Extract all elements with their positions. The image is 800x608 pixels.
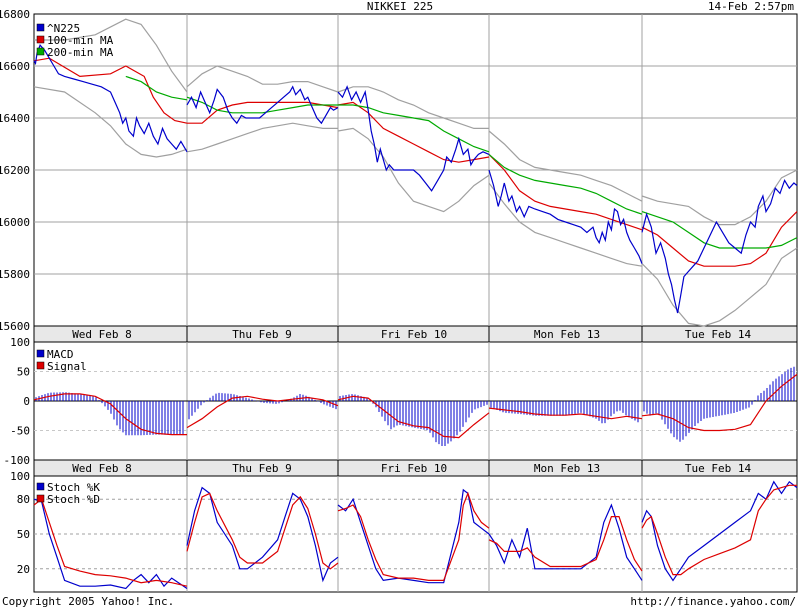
legend-swatch [36,482,45,491]
200-min-ma-line [488,153,643,215]
day-label: Mon Feb 13 [534,328,600,341]
200-min-ma-line [338,104,490,153]
stoch-tick-label: 50 [17,528,30,541]
day-label: Fri Feb 10 [381,462,447,475]
nikkei-chart: Wed Feb 8 Thu Feb 9 Fri Feb 10 Mon Feb 13 Tu… [0,8,798,593]
n225-line [337,85,490,192]
price-tick-label: 16200 [0,164,30,177]
day-label: Fri Feb 10 [381,328,447,341]
macd-tick-label: -100 [4,454,31,467]
n225-line [488,169,643,264]
price-tick-label: 16800 [0,8,30,21]
stoch-k-line [641,480,798,582]
lower-band-line [33,86,188,158]
legend-swatch [36,35,45,44]
day-label: Wed Feb 8 [72,328,132,341]
legend-swatch [36,494,45,503]
day-label: Tue Feb 14 [685,462,752,475]
n225-line [33,44,188,153]
price-tick-label: 15600 [0,320,30,333]
stoch-tick-label: 20 [17,563,30,576]
200-min-ma-line [186,96,338,114]
stoch-d-line [488,515,643,572]
source-url: http://finance.yahoo.com/ [630,595,796,608]
stoch-tick-label: 100 [10,470,30,483]
lower-band-line [186,122,338,153]
day-label: Mon Feb 13 [534,462,600,475]
day-label: Tue Feb 14 [685,328,752,341]
upper-band-line [186,65,339,93]
day-label: Wed Feb 8 [72,462,132,475]
price-tick-label: 16000 [0,216,30,229]
200-min-ma-line [641,211,798,249]
legend-swatch [36,349,45,358]
price-tick-label: 16400 [0,112,30,125]
upper-band-line [641,169,798,226]
legend-label: 200-min MA [47,46,114,59]
stoch-d-line [641,484,797,576]
day-label: Thu Feb 9 [232,328,292,341]
legend-label: Stoch %D [47,493,100,506]
100-min-ma-line [337,101,490,163]
price-tick-label: 15800 [0,268,30,281]
stoch-d-line [33,498,188,587]
legend-label: Signal [47,360,87,373]
legend-swatch [36,47,45,56]
macd-tick-label: 0 [23,395,30,408]
macd-tick-label: -50 [10,425,30,438]
copyright-text: Copyright 2005 Yahoo! Inc. [2,595,175,608]
macd-tick-label: 100 [10,336,30,349]
legend-swatch [36,23,45,32]
stoch-tick-label: 80 [17,493,30,506]
price-tick-label: 16600 [0,60,30,73]
day-label: Thu Feb 9 [232,462,292,475]
macd-tick-label: 50 [17,366,30,379]
legend-swatch [36,361,45,370]
upper-band-line [488,130,643,202]
stoch-d-line [337,491,490,582]
